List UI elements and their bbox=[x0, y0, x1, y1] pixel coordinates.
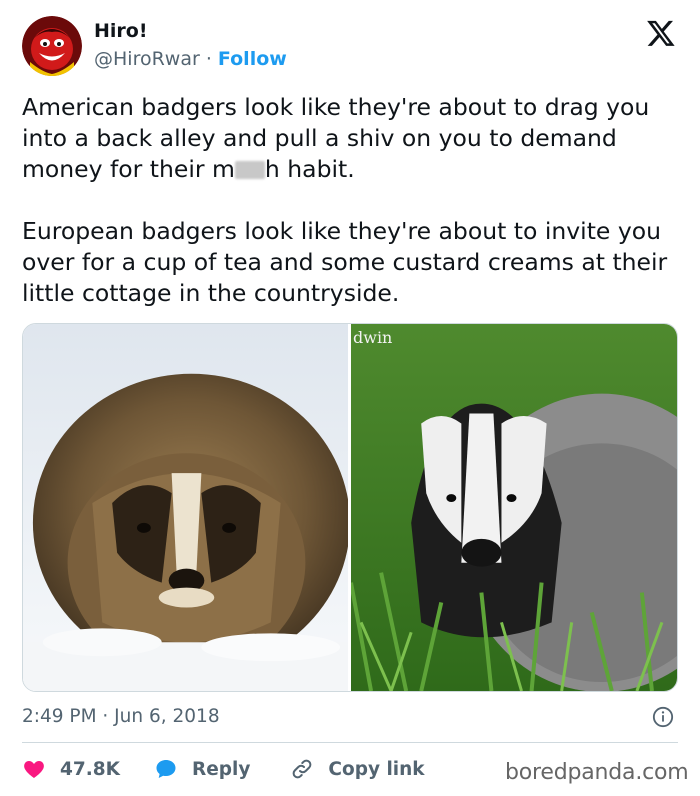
american-badger-photo[interactable] bbox=[23, 324, 351, 691]
avatar-image bbox=[22, 16, 82, 76]
like-button[interactable]: 47.8K bbox=[22, 757, 154, 781]
author-name[interactable]: Hiro! bbox=[94, 20, 148, 42]
author-handle-row: @HiroRwar · Follow bbox=[94, 48, 287, 70]
photo-watermark: dwin bbox=[353, 328, 393, 347]
avatar[interactable] bbox=[22, 16, 82, 76]
like-count: 47.8K bbox=[60, 758, 120, 780]
reply-label: Reply bbox=[191, 758, 251, 780]
tweet-actions: 47.8K Reply Copy link bbox=[22, 756, 425, 782]
follow-button[interactable]: Follow bbox=[218, 48, 287, 70]
heart-icon bbox=[24, 761, 44, 778]
censor-blur bbox=[234, 161, 265, 179]
tweet-header: Hiro! @HiroRwar · Follow bbox=[22, 16, 678, 78]
info-icon[interactable] bbox=[652, 706, 674, 728]
tweet-paragraph-1: American badgers look like they're about… bbox=[22, 92, 682, 185]
tweet-timestamp[interactable]: 2:49 PM · Jun 6, 2018 bbox=[22, 706, 220, 727]
copy-link-button[interactable]: Copy link bbox=[290, 757, 425, 781]
copy-link-label: Copy link bbox=[328, 758, 425, 780]
source-watermark: boredpanda.com bbox=[505, 760, 689, 785]
tweet-paragraph-1-end: h habit. bbox=[264, 155, 355, 183]
link-icon bbox=[293, 759, 312, 779]
tweet-paragraph-2: European badgers look like they're about… bbox=[22, 217, 668, 307]
tweet-text: American badgers look like they're about… bbox=[22, 92, 682, 309]
reply-bubble-icon bbox=[156, 760, 176, 778]
actions-divider bbox=[22, 742, 678, 743]
reply-button[interactable]: Reply bbox=[154, 757, 290, 781]
author-handle[interactable]: @HiroRwar bbox=[94, 48, 200, 70]
handle-separator: · bbox=[205, 48, 212, 70]
x-logo-icon[interactable] bbox=[646, 18, 676, 48]
tweet-media[interactable]: dwin bbox=[22, 323, 678, 692]
european-badger-photo[interactable]: dwin bbox=[351, 324, 677, 691]
